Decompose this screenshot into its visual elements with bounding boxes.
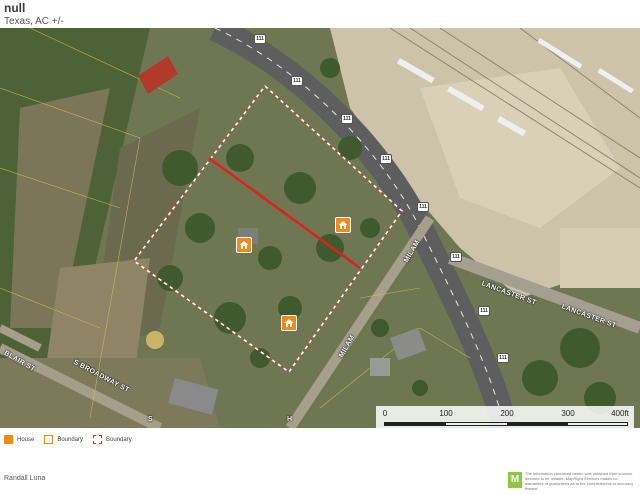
house-icon [239, 241, 249, 249]
highway-shield: 111 [254, 34, 266, 44]
highway-shield: 111 [478, 306, 490, 316]
legend-label: Boundary [57, 436, 84, 443]
aerial-map[interactable]: 111 111 111 111 111 111 111 111 BLAIR ST… [0, 28, 640, 428]
highway-shield: 111 [380, 154, 392, 164]
property-title: null [4, 1, 26, 15]
road-label-h: H [287, 416, 293, 423]
legend-item-boundary: Boundary [93, 435, 132, 444]
house-marker[interactable] [236, 237, 252, 253]
map-header: null Texas, AC +/- [4, 2, 64, 28]
highway-shield: 111 [497, 353, 509, 363]
legend-label: Boundary [106, 436, 132, 443]
property-subtitle: Texas, AC +/- [4, 16, 64, 27]
disclaimer-text: The information contained herein was obt… [525, 471, 634, 491]
scale-segment [385, 422, 446, 426]
highway-shield: 111 [291, 76, 303, 86]
highway-shield: 111 [450, 252, 462, 262]
map-legend: House Boundary Boundary [4, 435, 132, 444]
house-icon [4, 435, 13, 444]
highway-shield: 111 [341, 114, 353, 124]
scale-tick-label: 0 [382, 409, 388, 418]
legend-item-house: House [4, 435, 34, 444]
legend-label: House [17, 436, 35, 443]
legend-item-boundary: Boundary [44, 435, 83, 444]
boundary-icon [44, 435, 54, 444]
author-name: Randall Luna [4, 475, 46, 482]
highway-shield: 111 [417, 202, 429, 212]
house-marker[interactable] [335, 217, 351, 233]
aerial-imagery [0, 28, 640, 428]
scale-tick-label: 100 [439, 409, 453, 418]
boundary-icon [93, 435, 103, 444]
house-marker[interactable] [281, 315, 297, 331]
mapright-logo: M [508, 472, 522, 488]
scale-tick-label: 200 [500, 409, 514, 418]
scale-tick-label: 400ft [611, 409, 629, 418]
scale-segment [507, 422, 568, 426]
scale-bar: 0 100 200 300 400ft [376, 406, 634, 428]
house-icon [284, 319, 294, 327]
road-label-s: S [148, 416, 153, 423]
scale-tick-label: 300 [561, 409, 575, 418]
house-icon [338, 221, 348, 229]
